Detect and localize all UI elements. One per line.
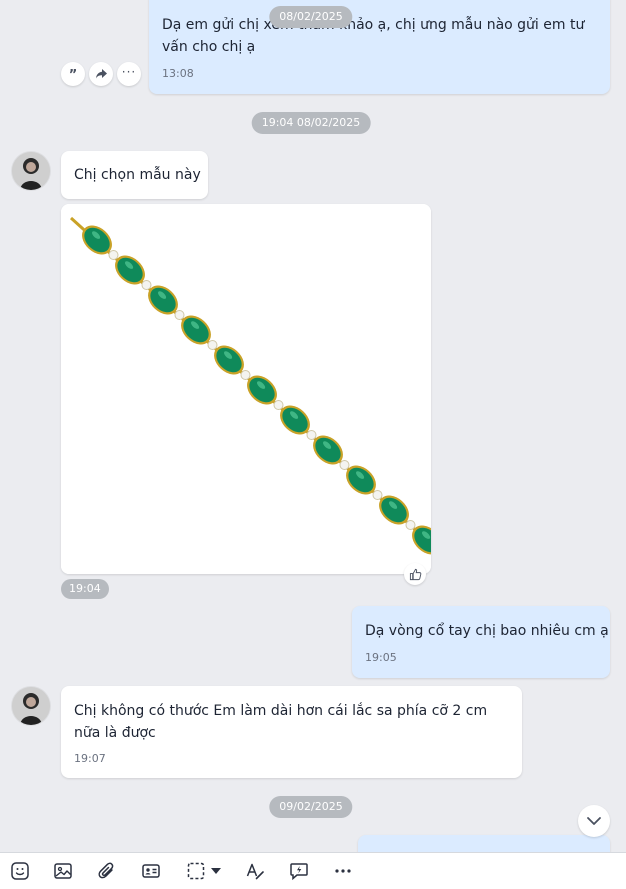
chevron-down-icon bbox=[211, 868, 221, 874]
date-separator: 09/02/2025 bbox=[269, 796, 353, 818]
sticker-icon bbox=[11, 862, 29, 880]
date-separator: 19:04 08/02/2025 bbox=[251, 112, 371, 134]
like-button[interactable] bbox=[404, 563, 426, 585]
message-text: Dạ em gửi chị xem tham khảo ạ, chị ưng m… bbox=[162, 17, 585, 55]
contact-card-icon bbox=[142, 864, 160, 878]
quick-message-icon bbox=[290, 863, 308, 881]
incoming-message[interactable]: Chị chọn mẫu này bbox=[61, 151, 208, 199]
attachment-icon bbox=[98, 862, 114, 879]
more-button[interactable] bbox=[331, 860, 355, 882]
incoming-message[interactable]: Chị không có thước Em làm dài hơn cái lắ… bbox=[61, 686, 522, 778]
incoming-image-message[interactable] bbox=[61, 204, 431, 574]
diamond-stone bbox=[273, 400, 284, 410]
bracelet-image bbox=[61, 204, 431, 574]
screenshot-button[interactable] bbox=[184, 860, 208, 882]
attachment-button[interactable] bbox=[95, 860, 119, 882]
thumbs-up-icon bbox=[409, 568, 421, 580]
diamond-stone bbox=[174, 310, 185, 320]
diamond-stone bbox=[141, 280, 152, 290]
sticker-button[interactable] bbox=[8, 860, 32, 882]
more-icon bbox=[335, 869, 351, 873]
avatar-image bbox=[12, 687, 50, 725]
image-icon bbox=[54, 863, 72, 879]
scroll-to-bottom-button[interactable] bbox=[578, 805, 610, 837]
contact-card-button[interactable] bbox=[139, 860, 163, 882]
message-time: 13:08 bbox=[162, 67, 194, 80]
avatar[interactable] bbox=[12, 687, 50, 725]
quote-button[interactable]: ” bbox=[61, 62, 85, 86]
message-text: Chị chọn mẫu này bbox=[74, 167, 201, 183]
image-button[interactable] bbox=[51, 860, 75, 882]
screenshot-options-button[interactable] bbox=[209, 860, 223, 882]
diamond-stone bbox=[108, 250, 119, 260]
diamond-stone bbox=[306, 430, 317, 440]
diamond-stone bbox=[240, 370, 251, 380]
text-format-button[interactable] bbox=[243, 860, 267, 882]
diamond-stone bbox=[207, 340, 218, 350]
screenshot-icon bbox=[187, 862, 205, 880]
text-format-icon bbox=[246, 863, 264, 880]
outgoing-message[interactable]: Dạ em gửi chị xem tham khảo ạ, chị ưng m… bbox=[149, 0, 610, 94]
chevron-down-icon bbox=[587, 817, 601, 825]
avatar[interactable] bbox=[12, 152, 50, 190]
more-actions-button[interactable]: ··· bbox=[117, 62, 141, 86]
message-text: Dạ vòng cổ tay chị bao nhiêu cm ạ bbox=[365, 623, 609, 639]
quick-message-button[interactable] bbox=[287, 860, 311, 882]
outgoing-message[interactable]: Dạ vòng cổ tay chị bao nhiêu cm ạ 19:05 bbox=[352, 606, 610, 678]
message-time: 19:04 bbox=[61, 579, 109, 599]
message-time: 19:05 bbox=[365, 651, 397, 664]
date-separator: 08/02/2025 bbox=[269, 6, 353, 28]
avatar-image bbox=[12, 152, 50, 190]
message-time: 19:07 bbox=[74, 752, 106, 765]
composer-toolbar bbox=[0, 852, 626, 889]
diamond-stone bbox=[372, 490, 383, 500]
more-icon: ··· bbox=[121, 65, 137, 79]
forward-icon bbox=[95, 69, 107, 79]
quote-icon: ” bbox=[68, 68, 78, 83]
diamond-stone bbox=[339, 460, 350, 470]
diamond-stone bbox=[405, 520, 416, 530]
message-text: Chị không có thước Em làm dài hơn cái lắ… bbox=[74, 703, 488, 741]
forward-button[interactable] bbox=[89, 62, 113, 86]
